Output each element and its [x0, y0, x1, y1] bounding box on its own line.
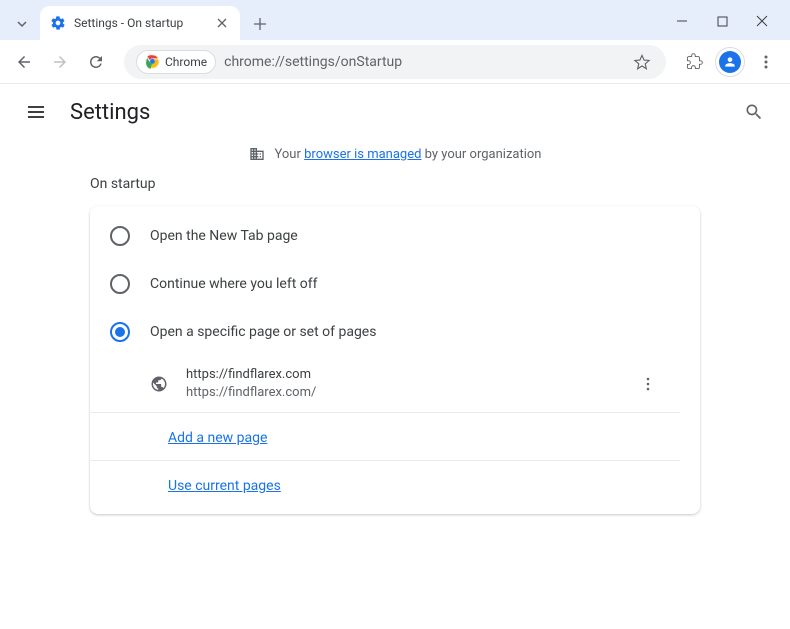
- globe-icon: [150, 375, 168, 393]
- browser-titlebar: Settings - On startup: [0, 0, 790, 40]
- building-icon: [249, 146, 265, 162]
- address-bar[interactable]: Chrome chrome://settings/onStartup: [124, 45, 666, 79]
- bookmark-button[interactable]: [630, 50, 654, 74]
- tab-close-button[interactable]: [214, 15, 230, 31]
- extensions-button[interactable]: [678, 46, 710, 78]
- minimize-icon: [676, 15, 688, 27]
- chrome-logo-icon: [145, 54, 160, 69]
- forward-button[interactable]: [44, 46, 76, 78]
- managed-link[interactable]: browser is managed: [304, 147, 421, 162]
- new-tab-button[interactable]: [246, 10, 274, 38]
- radio-label: Open a specific page or set of pages: [150, 324, 376, 340]
- url-text: chrome://settings/onStartup: [224, 54, 630, 70]
- tab-title: Settings - On startup: [74, 16, 214, 30]
- radio-continue[interactable]: Continue where you left off: [90, 260, 700, 308]
- close-window-button[interactable]: [742, 6, 782, 36]
- menu-button[interactable]: [750, 46, 782, 78]
- close-icon: [756, 15, 768, 27]
- settings-content: On startup Open the New Tab page Continu…: [0, 176, 790, 514]
- use-current-row: Use current pages: [90, 461, 680, 508]
- search-icon: [744, 102, 764, 122]
- reload-icon: [87, 53, 105, 71]
- hamburger-icon: [26, 102, 46, 122]
- reload-button[interactable]: [80, 46, 112, 78]
- maximize-icon: [717, 16, 728, 27]
- browser-toolbar: Chrome chrome://settings/onStartup: [0, 40, 790, 84]
- radio-label: Open the New Tab page: [150, 228, 298, 244]
- tab-search-dropdown[interactable]: [8, 10, 36, 38]
- radio-icon: [110, 274, 130, 294]
- star-icon: [633, 53, 651, 71]
- page-entry-more-button[interactable]: [636, 372, 660, 396]
- close-icon: [217, 18, 227, 28]
- add-page-row: Add a new page: [90, 413, 680, 461]
- page-title: Settings: [70, 100, 150, 125]
- radio-new-tab[interactable]: Open the New Tab page: [90, 212, 700, 260]
- hamburger-menu-button[interactable]: [20, 96, 52, 128]
- radio-specific-pages[interactable]: Open a specific page or set of pages: [90, 308, 700, 356]
- profile-button[interactable]: [714, 46, 746, 78]
- page-entry-url: https://findflarex.com/: [186, 384, 636, 402]
- search-settings-button[interactable]: [738, 96, 770, 128]
- maximize-button[interactable]: [702, 6, 742, 36]
- chevron-down-icon: [16, 18, 28, 30]
- radio-icon: [110, 322, 130, 342]
- section-title: On startup: [90, 176, 700, 192]
- minimize-button[interactable]: [662, 6, 702, 36]
- kebab-icon: [640, 376, 656, 392]
- startup-card: Open the New Tab page Continue where you…: [90, 206, 700, 514]
- arrow-left-icon: [15, 53, 33, 71]
- kebab-icon: [758, 54, 774, 70]
- settings-gear-icon: [50, 15, 66, 31]
- avatar-icon: [719, 51, 741, 73]
- add-page-link[interactable]: Add a new page: [168, 430, 267, 446]
- puzzle-icon: [686, 53, 703, 70]
- managed-text: Your browser is managed by your organiza…: [275, 147, 542, 162]
- plus-icon: [253, 17, 267, 31]
- radio-label: Continue where you left off: [150, 276, 318, 292]
- settings-header: Settings: [0, 84, 790, 140]
- radio-icon: [110, 226, 130, 246]
- startup-page-row: https://findflarex.com https://findflare…: [90, 356, 680, 413]
- use-current-link[interactable]: Use current pages: [168, 478, 281, 494]
- arrow-right-icon: [51, 53, 69, 71]
- site-chip-label: Chrome: [165, 55, 207, 69]
- browser-tab[interactable]: Settings - On startup: [40, 6, 240, 40]
- page-entry-title: https://findflarex.com: [186, 366, 636, 384]
- window-controls: [662, 6, 782, 36]
- site-chip[interactable]: Chrome: [136, 50, 216, 74]
- managed-banner: Your browser is managed by your organiza…: [0, 140, 790, 176]
- back-button[interactable]: [8, 46, 40, 78]
